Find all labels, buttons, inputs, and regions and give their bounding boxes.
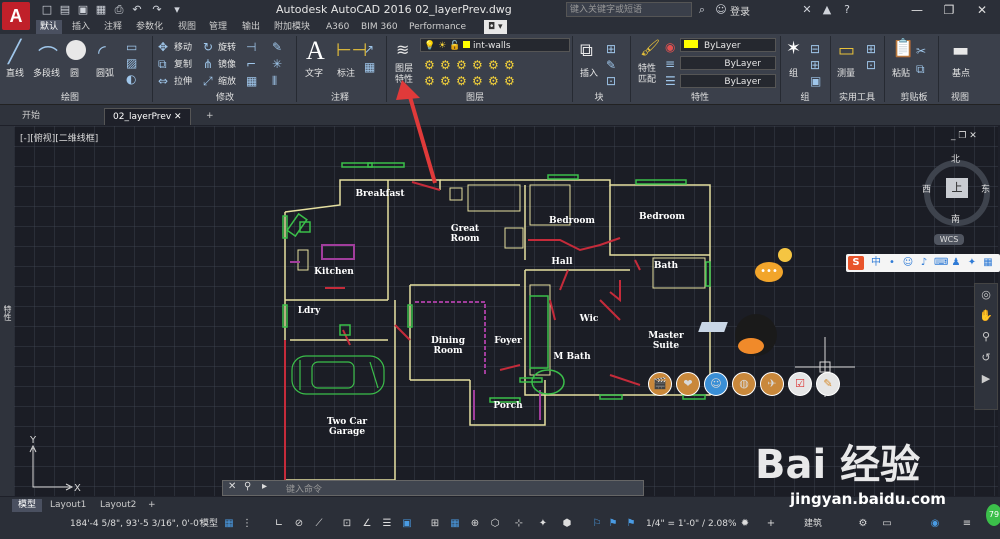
command-history-icon[interactable]: ▸ (262, 481, 267, 492)
gizmo-icon[interactable]: ⬡ (488, 517, 502, 531)
room-label-great-room: Great Room (450, 224, 480, 244)
3d-osnap-icon[interactable]: ⊹ (512, 517, 526, 531)
ime-chinese-icon[interactable]: 中 (870, 257, 882, 269)
plus-icon[interactable]: + (764, 517, 778, 531)
snap-icon[interactable]: ⋮ (240, 517, 254, 531)
ime-tray-icon[interactable]: ◉ (928, 517, 942, 531)
chat-bubble-icon[interactable]: ••• (755, 262, 783, 282)
car-block (291, 355, 385, 395)
polar-icon[interactable]: ⊘ (292, 517, 306, 531)
baidu-watermark-url: jingyan.baidu.com (790, 490, 946, 508)
notification-icon[interactable] (778, 248, 792, 262)
command-settings-icon[interactable]: ⚲ (244, 481, 251, 492)
app-logo[interactable]: A (2, 2, 30, 30)
mascot-beak (738, 338, 764, 354)
orbit-icon[interactable]: ↺ (975, 351, 997, 364)
emoji-button[interactable]: ◍ (732, 372, 756, 396)
selection-cycle-icon[interactable]: ⊞ (428, 517, 442, 531)
ime-voice-icon[interactable]: ♪ (918, 257, 930, 269)
isodraft-icon[interactable]: ⟋ (312, 517, 326, 531)
layout-tab-layout2[interactable]: Layout2 (94, 499, 142, 512)
showmotion-icon[interactable]: ▶ (975, 372, 997, 385)
viewcube-west[interactable]: 西 (922, 182, 931, 195)
ime-logo-icon[interactable]: S (848, 256, 864, 270)
svg-text:Y: Y (29, 435, 37, 446)
coordinates-readout[interactable]: 184'-4 5/8", 93'-5 3/16", 0'-0" (70, 517, 203, 531)
annotation-monitor-icon[interactable]: ▦ (448, 517, 462, 531)
svg-text:X: X (74, 483, 81, 494)
otrack-icon[interactable]: ∠ (360, 517, 374, 531)
room-label-master-suite: Master Suite (648, 331, 684, 351)
network-badge[interactable]: 79 (986, 504, 1000, 526)
workspace-switch[interactable]: 建筑 (804, 517, 822, 531)
room-label-bedroom: Bedroom (639, 212, 685, 222)
room-label-garage: Two Car Garage (326, 417, 368, 437)
ime-punct-icon[interactable]: • (886, 257, 898, 269)
annotation-scale[interactable]: 1/4" = 1'-0" / 2.08% (646, 517, 737, 531)
ime-keyboard-icon[interactable]: ⌨ (934, 257, 948, 269)
dynamic-ucs-icon[interactable]: ⊕ (468, 517, 482, 531)
annotation-scale-icon[interactable]: ⚐ (590, 517, 604, 531)
room-label-breakfast: Breakfast (355, 189, 405, 199)
emoji-button[interactable]: ✈ (760, 372, 784, 396)
model-space-toggle[interactable]: 模型 (200, 517, 218, 531)
customize-icon[interactable]: ≡ (960, 517, 974, 531)
hardware-icon[interactable]: ⬢ (560, 517, 574, 531)
isolate-icon[interactable]: ✦ (536, 517, 550, 531)
clean-screen-icon[interactable]: ▭ (880, 517, 894, 531)
steering-wheel-icon[interactable]: ◎ (975, 288, 997, 301)
viewcube-top[interactable]: 上 (946, 178, 968, 198)
emoji-button[interactable]: ✎ (816, 372, 840, 396)
viewcube-south[interactable]: 南 (951, 212, 960, 225)
auto-scale-icon[interactable]: ⚑ (624, 517, 638, 531)
ime-tools-icon[interactable]: ▦ (982, 257, 994, 269)
layout-tab-model[interactable]: 模型 (12, 499, 43, 512)
room-label-wic: Wic (579, 314, 599, 324)
mascot-laptop (698, 322, 728, 332)
ime-skin-icon[interactable]: ✦ (966, 257, 978, 269)
emoji-button[interactable]: 🎬 (648, 372, 672, 396)
command-input[interactable]: 键入命令 (286, 482, 322, 495)
transparency-icon[interactable]: ▣ (400, 517, 414, 531)
room-label-bedroom: Bedroom (549, 216, 595, 226)
room-label-foyer: Foyer (494, 336, 522, 346)
baidu-watermark: Bai 经验 (755, 442, 921, 488)
viewcube-east[interactable]: 东 (981, 182, 990, 195)
ucs-icon (29, 444, 74, 491)
room-label-porch: Porch (493, 401, 523, 411)
emoji-button[interactable]: ❤ (676, 372, 700, 396)
new-layout-button[interactable]: + (142, 499, 162, 512)
navigation-bar[interactable]: ◎ ✋ ⚲ ↺ ▶ (974, 283, 998, 410)
osnap-icon[interactable]: ⊡ (340, 517, 354, 531)
ime-user-icon[interactable]: ♟ (950, 257, 962, 269)
lock-ui-icon[interactable]: ⚙ (856, 517, 870, 531)
room-label-kitchen: Kitchen (314, 267, 354, 277)
command-close-icon[interactable]: ✕ (228, 481, 236, 492)
lineweight-display-icon[interactable]: ☰ (380, 517, 394, 531)
ortho-icon[interactable]: ∟ (272, 517, 286, 531)
room-label-mbath: M Bath (553, 352, 591, 362)
annotation-visibility-icon[interactable]: ⚑ (606, 517, 620, 531)
room-label-bath: Bath (653, 261, 679, 271)
ime-emoji-icon[interactable]: ☺ (902, 257, 914, 269)
room-label-ldry: Ldry (297, 306, 321, 316)
layout-tab-layout1[interactable]: Layout1 (44, 499, 92, 512)
grid-icon[interactable]: ▦ (222, 517, 236, 531)
room-label-dining-room: Dining Room (430, 336, 466, 356)
emoji-button[interactable]: ☺ (704, 372, 728, 396)
emoji-button[interactable]: ☑ (788, 372, 812, 396)
room-label-hall: Hall (551, 257, 573, 267)
wcs-menu[interactable]: WCS (934, 234, 964, 245)
viewcube-north[interactable]: 北 (951, 152, 960, 165)
zoom-icon[interactable]: ⚲ (975, 330, 997, 343)
settings-icon[interactable]: ✹ (738, 517, 752, 531)
pan-icon[interactable]: ✋ (975, 309, 997, 322)
